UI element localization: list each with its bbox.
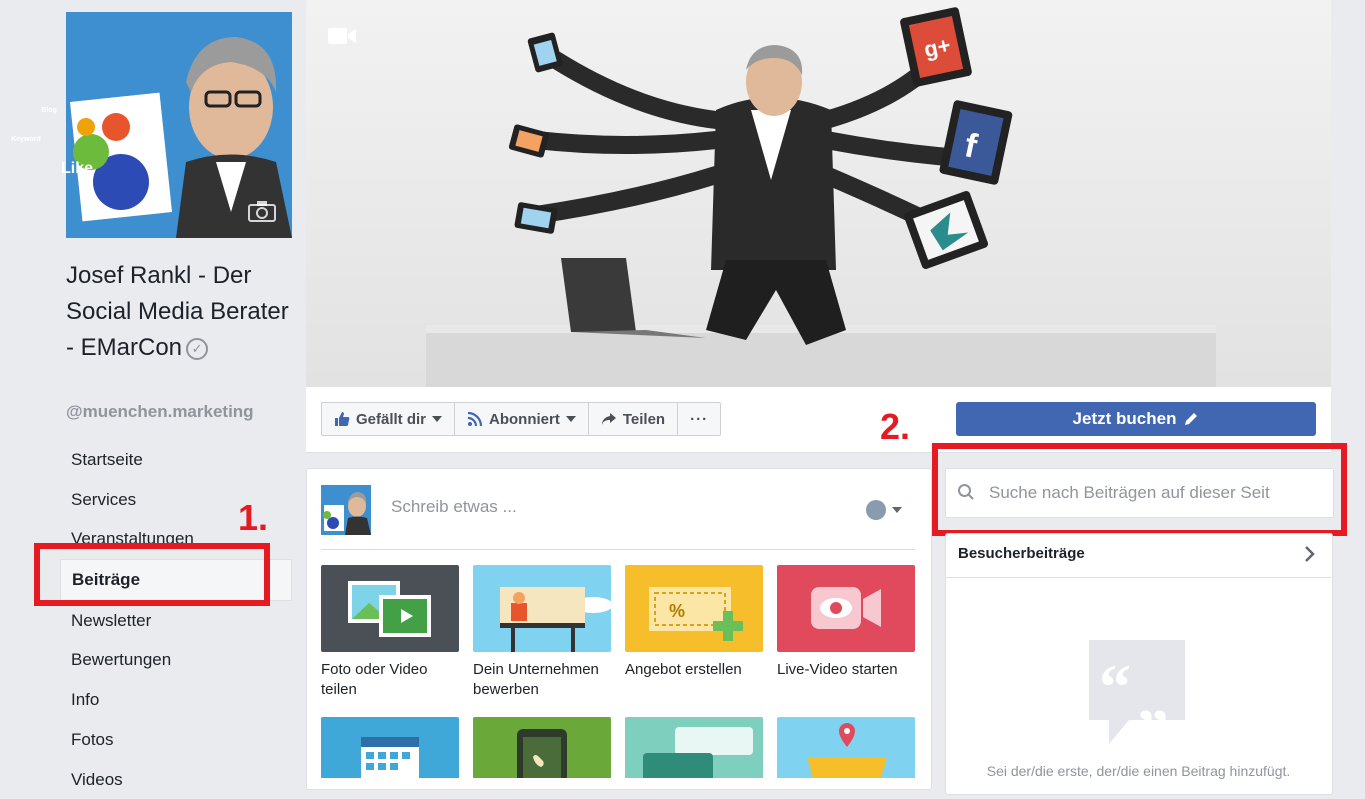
- search-input[interactable]: Suche nach Beiträgen auf dieser Seit: [989, 483, 1270, 503]
- tile-photo-video[interactable]: Foto oder Video teilen: [321, 565, 459, 700]
- more-options-button[interactable]: ···: [678, 403, 720, 435]
- sidebar-item-fotos[interactable]: Fotos: [60, 720, 292, 760]
- thumbs-up-icon: [334, 411, 350, 427]
- video-camera-icon[interactable]: [328, 26, 356, 46]
- phone-call-icon[interactable]: [473, 717, 611, 778]
- svg-text:%: %: [669, 601, 685, 621]
- annotation-label-1: 1.: [238, 497, 268, 539]
- annotation-label-2: 2.: [880, 406, 910, 448]
- tile-label: Dein Unternehmen bewerben: [473, 660, 611, 700]
- follow-button-label: Abonniert: [489, 411, 560, 428]
- rss-icon: [467, 411, 483, 427]
- live-video-icon: [777, 565, 915, 652]
- share-arrow-icon: [601, 411, 617, 427]
- share-button[interactable]: Teilen: [589, 403, 678, 435]
- tile-create-offer[interactable]: % Angebot erstellen: [625, 565, 763, 680]
- svg-text:„: „: [1137, 663, 1169, 734]
- page-actions: Gefällt dir Abonniert Teilen ···: [321, 402, 721, 436]
- globe-avatar-icon: [866, 500, 886, 520]
- page-title[interactable]: Josef Rankl - Der Social Media Berater -…: [66, 258, 296, 366]
- visitor-posts-title[interactable]: Besucherbeiträge: [958, 545, 1085, 562]
- sidebar-item-newsletter[interactable]: Newsletter: [60, 601, 292, 641]
- chat-bubbles-icon[interactable]: [625, 717, 763, 778]
- chevron-down-icon: [566, 416, 576, 422]
- tile-promote-business[interactable]: Dein Unternehmen bewerben: [473, 565, 611, 700]
- divider: [321, 549, 915, 550]
- tile-label: Angebot erstellen: [625, 660, 763, 680]
- page-title-text: Josef Rankl - Der Social Media Berater -…: [66, 262, 289, 361]
- tile-live-video[interactable]: Live-Video starten: [777, 565, 915, 680]
- chevron-down-icon: [432, 416, 442, 422]
- sidebar-nav: Startseite Services Veranstaltungen Beit…: [60, 440, 292, 799]
- sidebar-item-startseite[interactable]: Startseite: [60, 440, 292, 480]
- follow-button[interactable]: Abonniert: [455, 403, 589, 435]
- like-button[interactable]: Gefällt dir: [322, 403, 455, 435]
- coupon-icon: %: [625, 565, 763, 652]
- svg-text:“: “: [1099, 651, 1131, 722]
- quote-bubble-icon: “„: [1089, 640, 1185, 740]
- location-pin-icon[interactable]: [777, 717, 915, 778]
- book-now-button[interactable]: Jetzt buchen: [956, 402, 1316, 436]
- more-dots-icon: ···: [690, 411, 708, 428]
- composer-input[interactable]: Schreib etwas ...: [391, 497, 517, 517]
- tile-label: Live-Video starten: [777, 660, 915, 680]
- like-button-label: Gefällt dir: [356, 411, 426, 428]
- sidebar-item-videos[interactable]: Videos: [60, 760, 292, 799]
- divider: [946, 577, 1331, 578]
- avatar: [321, 485, 371, 535]
- sidebar-item-info[interactable]: Info: [60, 680, 292, 720]
- keyword-badge-text: Keyword: [8, 136, 44, 143]
- check-circle-icon: ✓: [186, 338, 208, 360]
- visitor-posts-empty-text: Sei der/die erste, der/die einen Beitrag…: [946, 763, 1331, 779]
- photo-video-icon: [321, 565, 459, 652]
- audience-selector[interactable]: [866, 500, 902, 520]
- svg-text:g+: g+: [922, 32, 953, 62]
- camera-icon[interactable]: [248, 200, 276, 227]
- share-button-label: Teilen: [623, 411, 665, 428]
- like-badge-text: Like: [52, 160, 102, 178]
- page-handle[interactable]: @muenchen.marketing: [66, 402, 254, 422]
- blog-badge-text: Blog: [38, 107, 60, 114]
- book-now-label: Jetzt buchen: [1073, 409, 1177, 429]
- calendar-icon[interactable]: [321, 717, 459, 778]
- chevron-down-icon: [892, 507, 902, 513]
- cover-photo[interactable]: g+ f: [306, 0, 1331, 387]
- search-icon: [957, 483, 975, 506]
- chevron-right-icon[interactable]: [1304, 546, 1316, 567]
- tile-label: Foto oder Video teilen: [321, 660, 459, 700]
- pencil-icon: [1183, 411, 1199, 427]
- sidebar-item-bewertungen[interactable]: Bewertungen: [60, 640, 292, 680]
- billboard-icon: [473, 565, 611, 652]
- annotation-box-1: [34, 543, 270, 606]
